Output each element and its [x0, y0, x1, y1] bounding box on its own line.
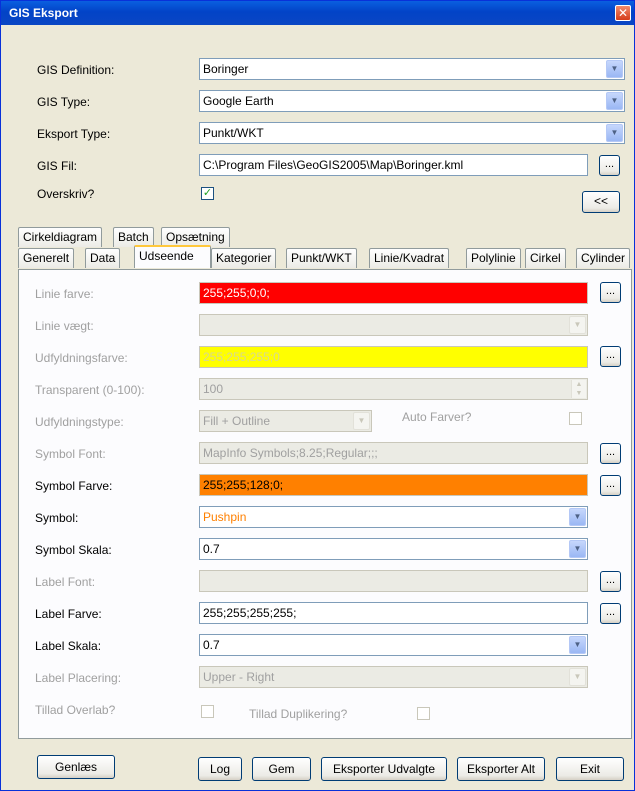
gis-fil-browse-button[interactable]: ... [599, 155, 620, 176]
symbol-farve-field[interactable]: 255;255;128;0; [199, 474, 588, 496]
symbol-farve-browse-button[interactable]: ... [600, 475, 621, 496]
udfyldningstype-select: Fill + Outline ▼ [199, 410, 372, 432]
overskriv-label: Overskriv? [37, 187, 95, 201]
gis-definition-select[interactable]: Boringer ▼ [199, 58, 625, 80]
transparent-stepper: 100 ▲ ▼ [199, 378, 588, 400]
eksport-type-value: Punkt/WKT [203, 126, 264, 140]
symbol-font-field: MapInfo Symbols;8.25;Regular;;; [199, 442, 588, 464]
tillad-duplikering-checkbox [417, 707, 430, 720]
eksporter-udvalgte-button[interactable]: Eksporter Udvalgte [321, 757, 447, 781]
gis-eksport-window: GIS Eksport ✕ GIS Definition: Boringer ▼… [0, 0, 635, 791]
chevron-down-icon[interactable]: ▼ [569, 540, 586, 558]
chevron-down-icon[interactable]: ▼ [569, 636, 586, 654]
label-font-label: Label Font: [35, 575, 96, 589]
exit-button[interactable]: Exit [556, 757, 624, 781]
tab-data[interactable]: Data [85, 248, 121, 268]
udfyldningsfarve-label: Udfyldningsfarve: [35, 351, 128, 365]
tillad-overlab-label: Tillad Overlab? [35, 703, 116, 717]
udfyldningstype-label: Udfyldningstype: [35, 415, 124, 429]
label-farve-browse-button[interactable]: ... [600, 603, 621, 624]
linie-vaegt-select: ▼ [199, 314, 588, 336]
window-title: GIS Eksport [9, 6, 78, 20]
eksport-type-label: Eksport Type: [37, 127, 111, 141]
symbol-font-browse-button[interactable]: ... [600, 443, 621, 464]
label-placering-label: Label Placering: [35, 671, 122, 685]
chevron-down-icon: ▼ [353, 412, 370, 430]
gis-type-label: GIS Type: [37, 95, 91, 109]
label-font-field [199, 570, 588, 592]
tab-opsaetning[interactable]: Opsætning [161, 227, 230, 247]
tab-kategorier[interactable]: Kategorier [211, 248, 277, 268]
gis-definition-label: GIS Definition: [37, 63, 115, 77]
overskriv-checkbox[interactable]: ✓ [201, 187, 214, 200]
linie-farve-label: Linie farve: [35, 287, 94, 301]
label-skala-value: 0.7 [203, 638, 220, 652]
label-farve-field[interactable]: 255;255;255;255; [199, 602, 588, 624]
genlaes-button[interactable]: Genlæs [37, 755, 115, 779]
log-button[interactable]: Log [198, 757, 242, 781]
udfyldningstype-value: Fill + Outline [203, 414, 271, 428]
label-placering-select: Upper - Right ▼ [199, 666, 588, 688]
udfyldningsfarve-field[interactable]: 255;255;255;0 [199, 346, 588, 368]
tillad-duplikering-label: Tillad Duplikering? [249, 707, 348, 721]
tab-cirkeldiagram[interactable]: Cirkeldiagram [18, 227, 103, 247]
gis-type-value: Google Earth [203, 94, 274, 108]
tab-cirkel[interactable]: Cirkel [525, 248, 566, 268]
linie-vaegt-label: Linie vægt: [35, 319, 94, 333]
linie-farve-field[interactable]: 255;255;0;0; [199, 282, 588, 304]
label-placering-value: Upper - Right [203, 670, 275, 684]
eksporter-alt-button[interactable]: Eksporter Alt [457, 757, 545, 781]
symbol-select[interactable]: Pushpin ▼ [199, 506, 588, 528]
tab-batch[interactable]: Batch [113, 227, 154, 247]
tab-cylinder[interactable]: Cylinder [576, 248, 631, 268]
spinner-icon: ▲ ▼ [571, 380, 586, 398]
chevron-down-icon[interactable]: ▼ [606, 92, 623, 110]
symbol-skala-select[interactable]: 0.7 ▼ [199, 538, 588, 560]
tab-udseende[interactable]: Udseende [134, 245, 211, 268]
tab-generelt[interactable]: Generelt [18, 248, 75, 268]
auto-farver-checkbox [569, 412, 582, 425]
label-font-browse-button[interactable]: ... [600, 571, 621, 592]
linie-farve-browse-button[interactable]: ... [600, 282, 621, 303]
tab-punkt-wkt[interactable]: Punkt/WKT [286, 248, 357, 268]
collapse-button[interactable]: << [582, 191, 620, 213]
label-skala-label: Label Skala: [35, 639, 102, 653]
symbol-farve-label: Symbol Farve: [35, 479, 113, 493]
symbol-skala-value: 0.7 [203, 542, 220, 556]
transparent-label: Transparent (0-100): [35, 383, 145, 397]
symbol-label: Symbol: [35, 511, 79, 525]
label-farve-label: Label Farve: [35, 607, 102, 621]
gis-fil-label: GIS Fil: [37, 159, 78, 173]
tab-polylinie[interactable]: Polylinie [466, 248, 521, 268]
symbol-skala-label: Symbol Skala: [35, 543, 112, 557]
auto-farver-label: Auto Farver? [402, 410, 472, 424]
gem-button[interactable]: Gem [252, 757, 311, 781]
symbol-value: Pushpin [203, 510, 247, 524]
tab-linie-kvadrat[interactable]: Linie/Kvadrat [369, 248, 450, 268]
gis-type-select[interactable]: Google Earth ▼ [199, 90, 625, 112]
chevron-down-icon: ▼ [569, 316, 586, 334]
chevron-down-icon[interactable]: ▼ [606, 124, 623, 142]
gis-definition-value: Boringer [203, 62, 249, 76]
tillad-overlab-checkbox [201, 705, 214, 718]
title-bar: GIS Eksport [1, 1, 634, 25]
label-skala-select[interactable]: 0.7 ▼ [199, 634, 588, 656]
gis-fil-input[interactable]: C:\Program Files\GeoGIS2005\Map\Boringer… [199, 154, 588, 176]
close-icon[interactable]: ✕ [615, 5, 631, 21]
chevron-down-icon[interactable]: ▼ [569, 508, 586, 526]
udfyldningsfarve-browse-button[interactable]: ... [600, 346, 621, 367]
eksport-type-select[interactable]: Punkt/WKT ▼ [199, 122, 625, 144]
symbol-font-label: Symbol Font: [35, 447, 106, 461]
transparent-value: 100 [203, 382, 224, 396]
chevron-down-icon[interactable]: ▼ [606, 60, 623, 78]
chevron-down-icon: ▼ [569, 668, 586, 686]
